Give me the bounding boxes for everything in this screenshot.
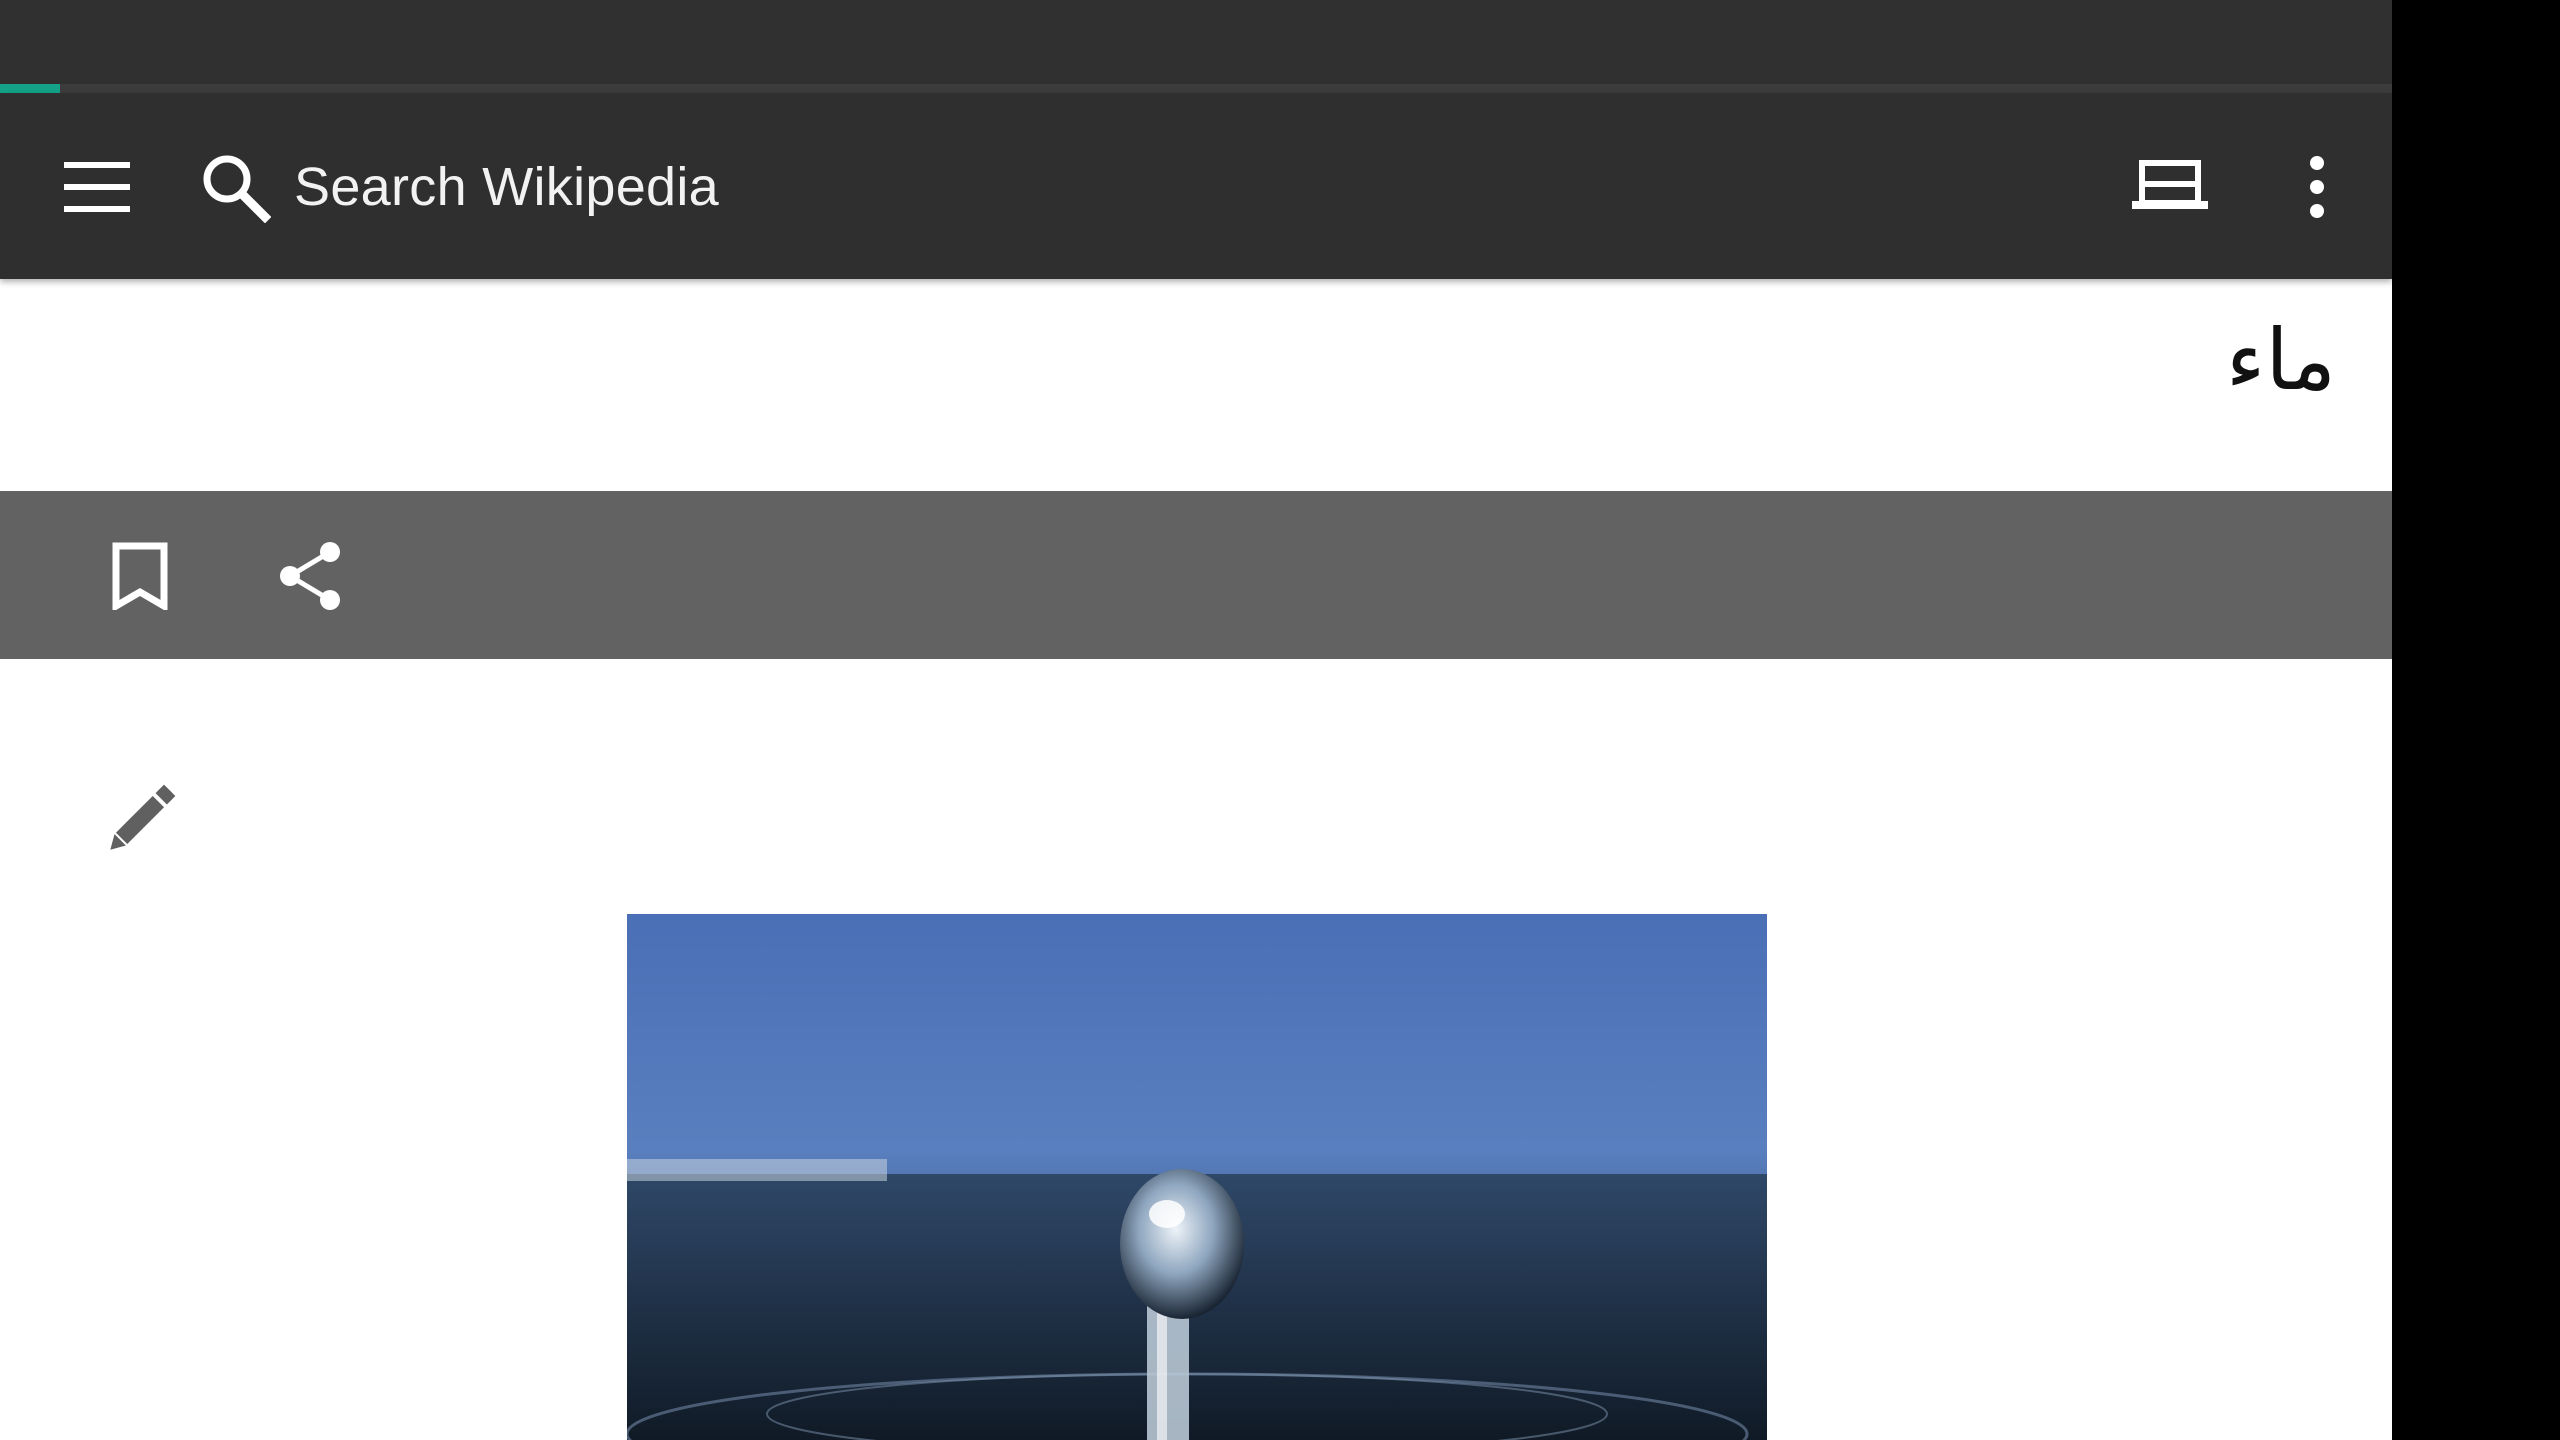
- pencil-edit-icon: [110, 784, 176, 850]
- edit-section-button[interactable]: [80, 765, 200, 875]
- app-screen: Search Wikipedia ماء: [0, 0, 2392, 1440]
- screen-edge: [2392, 0, 2560, 1440]
- top-toolbar: Search Wikipedia: [0, 93, 2392, 279]
- article-title: ماء: [2225, 311, 2336, 409]
- search-bar[interactable]: Search Wikipedia: [190, 127, 1490, 247]
- article-content: [0, 659, 2392, 1440]
- bookmark-icon: [112, 542, 168, 610]
- navigation-menu-button[interactable]: [34, 133, 162, 243]
- progress-fill: [0, 84, 60, 93]
- reading-list-icon: [2132, 160, 2208, 209]
- overflow-menu-button[interactable]: [2262, 127, 2372, 247]
- page-load-progress-bar: [0, 84, 2392, 93]
- search-placeholder: Search Wikipedia: [294, 157, 719, 217]
- search-icon: [190, 142, 280, 232]
- share-icon: [280, 542, 340, 610]
- article-header: ماء: [0, 279, 2392, 491]
- status-bar: [0, 0, 2392, 84]
- water-droplet-image: [627, 914, 1767, 1440]
- share-button[interactable]: [250, 521, 370, 631]
- article-action-bar: [0, 491, 2392, 659]
- hamburger-menu-icon: [64, 162, 130, 212]
- reading-list-button[interactable]: [2110, 127, 2230, 247]
- lead-image[interactable]: [627, 914, 1767, 1440]
- more-vert-icon: [2310, 156, 2324, 218]
- save-to-reading-list-button[interactable]: [80, 521, 200, 631]
